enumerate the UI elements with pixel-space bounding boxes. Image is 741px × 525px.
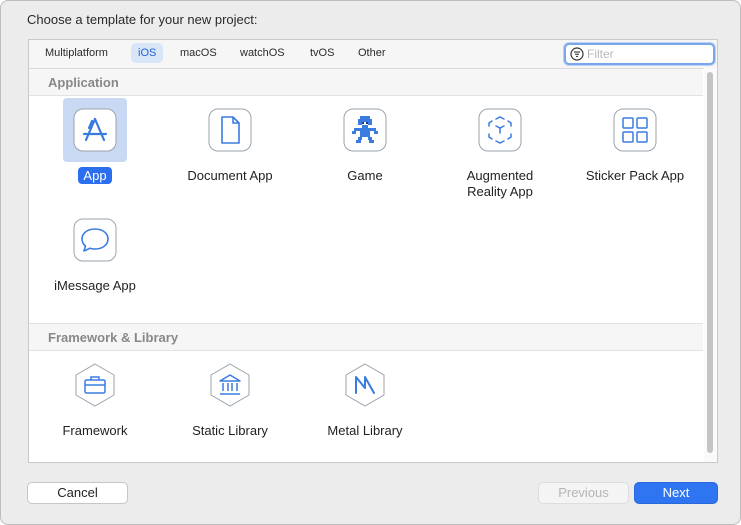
template-label-framework: Framework [62, 423, 128, 438]
template-static-library[interactable]: Static Library [162, 353, 282, 463]
section-header-application: Application [29, 69, 703, 96]
filter-icon [570, 47, 584, 61]
template-document-app[interactable]: Document App [162, 98, 282, 208]
tab-watchos[interactable]: watchOS [233, 43, 292, 63]
metal-m-icon [345, 363, 385, 407]
game-sprite-icon [343, 108, 387, 152]
app-store-a-icon [73, 108, 117, 152]
filter-field[interactable] [564, 43, 715, 65]
scrollbar-thumb[interactable] [707, 72, 713, 453]
tab-multiplatform[interactable]: Multiplatform [38, 43, 115, 63]
template-label-metal-library: Metal Library [327, 423, 403, 438]
template-label-static-library: Static Library [192, 423, 268, 438]
template-label-augmented-reality-app: Augmented Reality App [466, 168, 534, 199]
template-label-app: App [78, 167, 112, 184]
platform-tab-bar: Multiplatform iOS macOS watchOS tvOS Oth… [29, 40, 717, 69]
speech-bubble-icon [73, 218, 117, 262]
template-label-sticker-pack-app: Sticker Pack App [585, 168, 685, 183]
next-button[interactable]: Next [634, 482, 718, 504]
template-framework[interactable]: Framework [27, 353, 147, 463]
tab-tvos[interactable]: tvOS [303, 43, 341, 63]
template-sticker-pack-app[interactable]: Sticker Pack App [567, 98, 687, 208]
template-label-imessage-app: iMessage App [54, 278, 136, 293]
template-app[interactable]: App [27, 98, 147, 208]
toolbox-icon [75, 363, 115, 407]
template-game[interactable]: Game [297, 98, 417, 208]
vertical-scrollbar[interactable] [704, 68, 717, 462]
template-panel: Multiplatform iOS macOS watchOS tvOS Oth… [28, 39, 718, 463]
tab-macos[interactable]: macOS [173, 43, 224, 63]
cancel-button[interactable]: Cancel [27, 482, 128, 504]
template-augmented-reality-app[interactable]: Augmented Reality App [432, 98, 552, 208]
tab-ios[interactable]: iOS [131, 43, 164, 63]
bank-building-icon [210, 363, 250, 407]
ar-cube-icon [478, 108, 522, 152]
document-icon [208, 108, 252, 152]
template-dialog: Choose a template for your new project: … [0, 0, 741, 525]
dialog-prompt: Choose a template for your new project: [27, 12, 258, 27]
template-metal-library[interactable]: Metal Library [297, 353, 417, 463]
section-title-application: Application [48, 75, 119, 90]
template-imessage-app[interactable]: iMessage App [27, 208, 147, 318]
previous-button[interactable]: Previous [538, 482, 629, 504]
template-label-game: Game [347, 168, 383, 183]
section-header-framework-library: Framework & Library [29, 324, 703, 351]
tab-other[interactable]: Other [351, 43, 393, 63]
template-label-document-app: Document App [187, 168, 273, 183]
filter-input[interactable] [587, 45, 707, 63]
grid-icon [613, 108, 657, 152]
section-title-framework-library: Framework & Library [48, 330, 179, 345]
